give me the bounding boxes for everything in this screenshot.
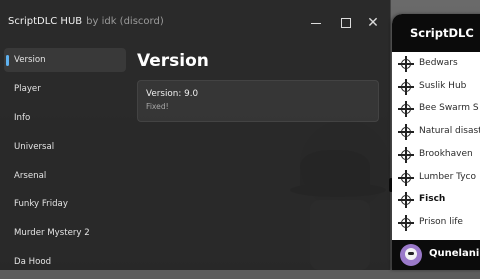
sidebar-item-player[interactable]: Player [4, 77, 126, 101]
sidebar-item-label: Version [14, 55, 46, 65]
user-footer: Qunelani [392, 240, 480, 270]
game-item-natural-disaster[interactable]: Natural disast [392, 122, 480, 144]
game-list-panel: ScriptDLC Bedwars Suslik Hub Bee Swarm S… [392, 14, 480, 270]
page-title: Version [137, 51, 209, 71]
sidebar-item-label: Da Hood [14, 257, 52, 268]
minimize-button[interactable] [305, 12, 327, 34]
crosshair-icon [398, 124, 414, 141]
minimize-icon [311, 23, 321, 24]
sidebar-item-murder-mystery-2[interactable]: Murder Mystery 2 [4, 221, 126, 245]
sidebar-item-info[interactable]: Info [4, 106, 126, 130]
sidebar-item-label: Murder Mystery 2 [14, 228, 90, 239]
crosshair-icon [398, 192, 414, 209]
username: Qunelani [429, 248, 480, 259]
game-item-bee-swarm[interactable]: Bee Swarm S [392, 99, 480, 121]
sidebar-item-da-hood[interactable]: Da Hood [4, 250, 126, 274]
version-text: Version: 9.0 [146, 89, 199, 99]
maximize-button[interactable] [335, 12, 357, 34]
crosshair-icon [398, 78, 414, 95]
sidebar-item-arsenal[interactable]: Arsenal [4, 164, 126, 188]
sidebar-item-label: Funky Friday [14, 199, 68, 210]
panel-header: ScriptDLC [392, 14, 480, 52]
game-item-label: Suslik Hub [419, 80, 467, 91]
sidebar-item-label: Info [14, 112, 31, 123]
game-item-label: Brookhaven [419, 148, 473, 159]
sidebar-item-label: Player [14, 83, 41, 94]
close-button[interactable]: ✕ [362, 12, 384, 34]
active-indicator [6, 55, 9, 66]
avatar-icon [400, 244, 422, 266]
window-title-text: ScriptDLC HUB [8, 16, 83, 27]
crosshair-icon [398, 169, 414, 186]
game-item-brookhaven[interactable]: Brookhaven [392, 145, 480, 167]
crosshair-icon [398, 56, 414, 72]
game-item-label: Fisch [419, 194, 446, 205]
maximize-icon [341, 18, 351, 28]
panel-title: ScriptDLC [410, 26, 474, 40]
title-bar[interactable]: ScriptDLC HUB by idk (discord) ✕ [0, 0, 390, 44]
main-content: Version Version: 9.0 Fixed! [137, 48, 381, 122]
game-item-label: Bee Swarm S [419, 103, 479, 114]
version-card: Version: 9.0 Fixed! [137, 80, 379, 122]
game-item-bedwars[interactable]: Bedwars [392, 54, 480, 76]
sidebar-item-label: Arsenal [14, 170, 47, 181]
game-item-prison-life[interactable]: Prison life [392, 213, 480, 235]
close-icon: ✕ [367, 15, 379, 31]
sidebar-item-universal[interactable]: Universal [4, 135, 126, 159]
crosshair-icon [398, 214, 414, 231]
game-item-label: Lumber Tyco [419, 171, 477, 182]
crosshair-icon [398, 101, 414, 118]
game-item-lumber-tycoon[interactable]: Lumber Tyco [392, 168, 480, 190]
sidebar-item-funky-friday[interactable]: Funky Friday [4, 192, 126, 216]
sidebar: Version Player Info Universal Arsenal Fu… [4, 48, 126, 279]
game-item-suslik-hub[interactable]: Suslik Hub [392, 77, 480, 99]
game-item-fisch[interactable]: Fisch [392, 190, 480, 212]
crosshair-icon [398, 146, 414, 163]
sidebar-item-version[interactable]: Version [4, 48, 126, 72]
window-subtitle: by idk (discord) [86, 16, 164, 27]
game-item-label: Prison life [419, 216, 463, 227]
game-item-label: Natural disast [419, 126, 480, 137]
window-title: ScriptDLC HUB by idk (discord) [8, 16, 164, 27]
script-hub-window: ScriptDLC HUB by idk (discord) ✕ Version … [0, 0, 391, 270]
game-item-label: Bedwars [419, 58, 458, 68]
version-status: Fixed! [146, 102, 169, 111]
sidebar-item-label: Universal [14, 141, 55, 152]
